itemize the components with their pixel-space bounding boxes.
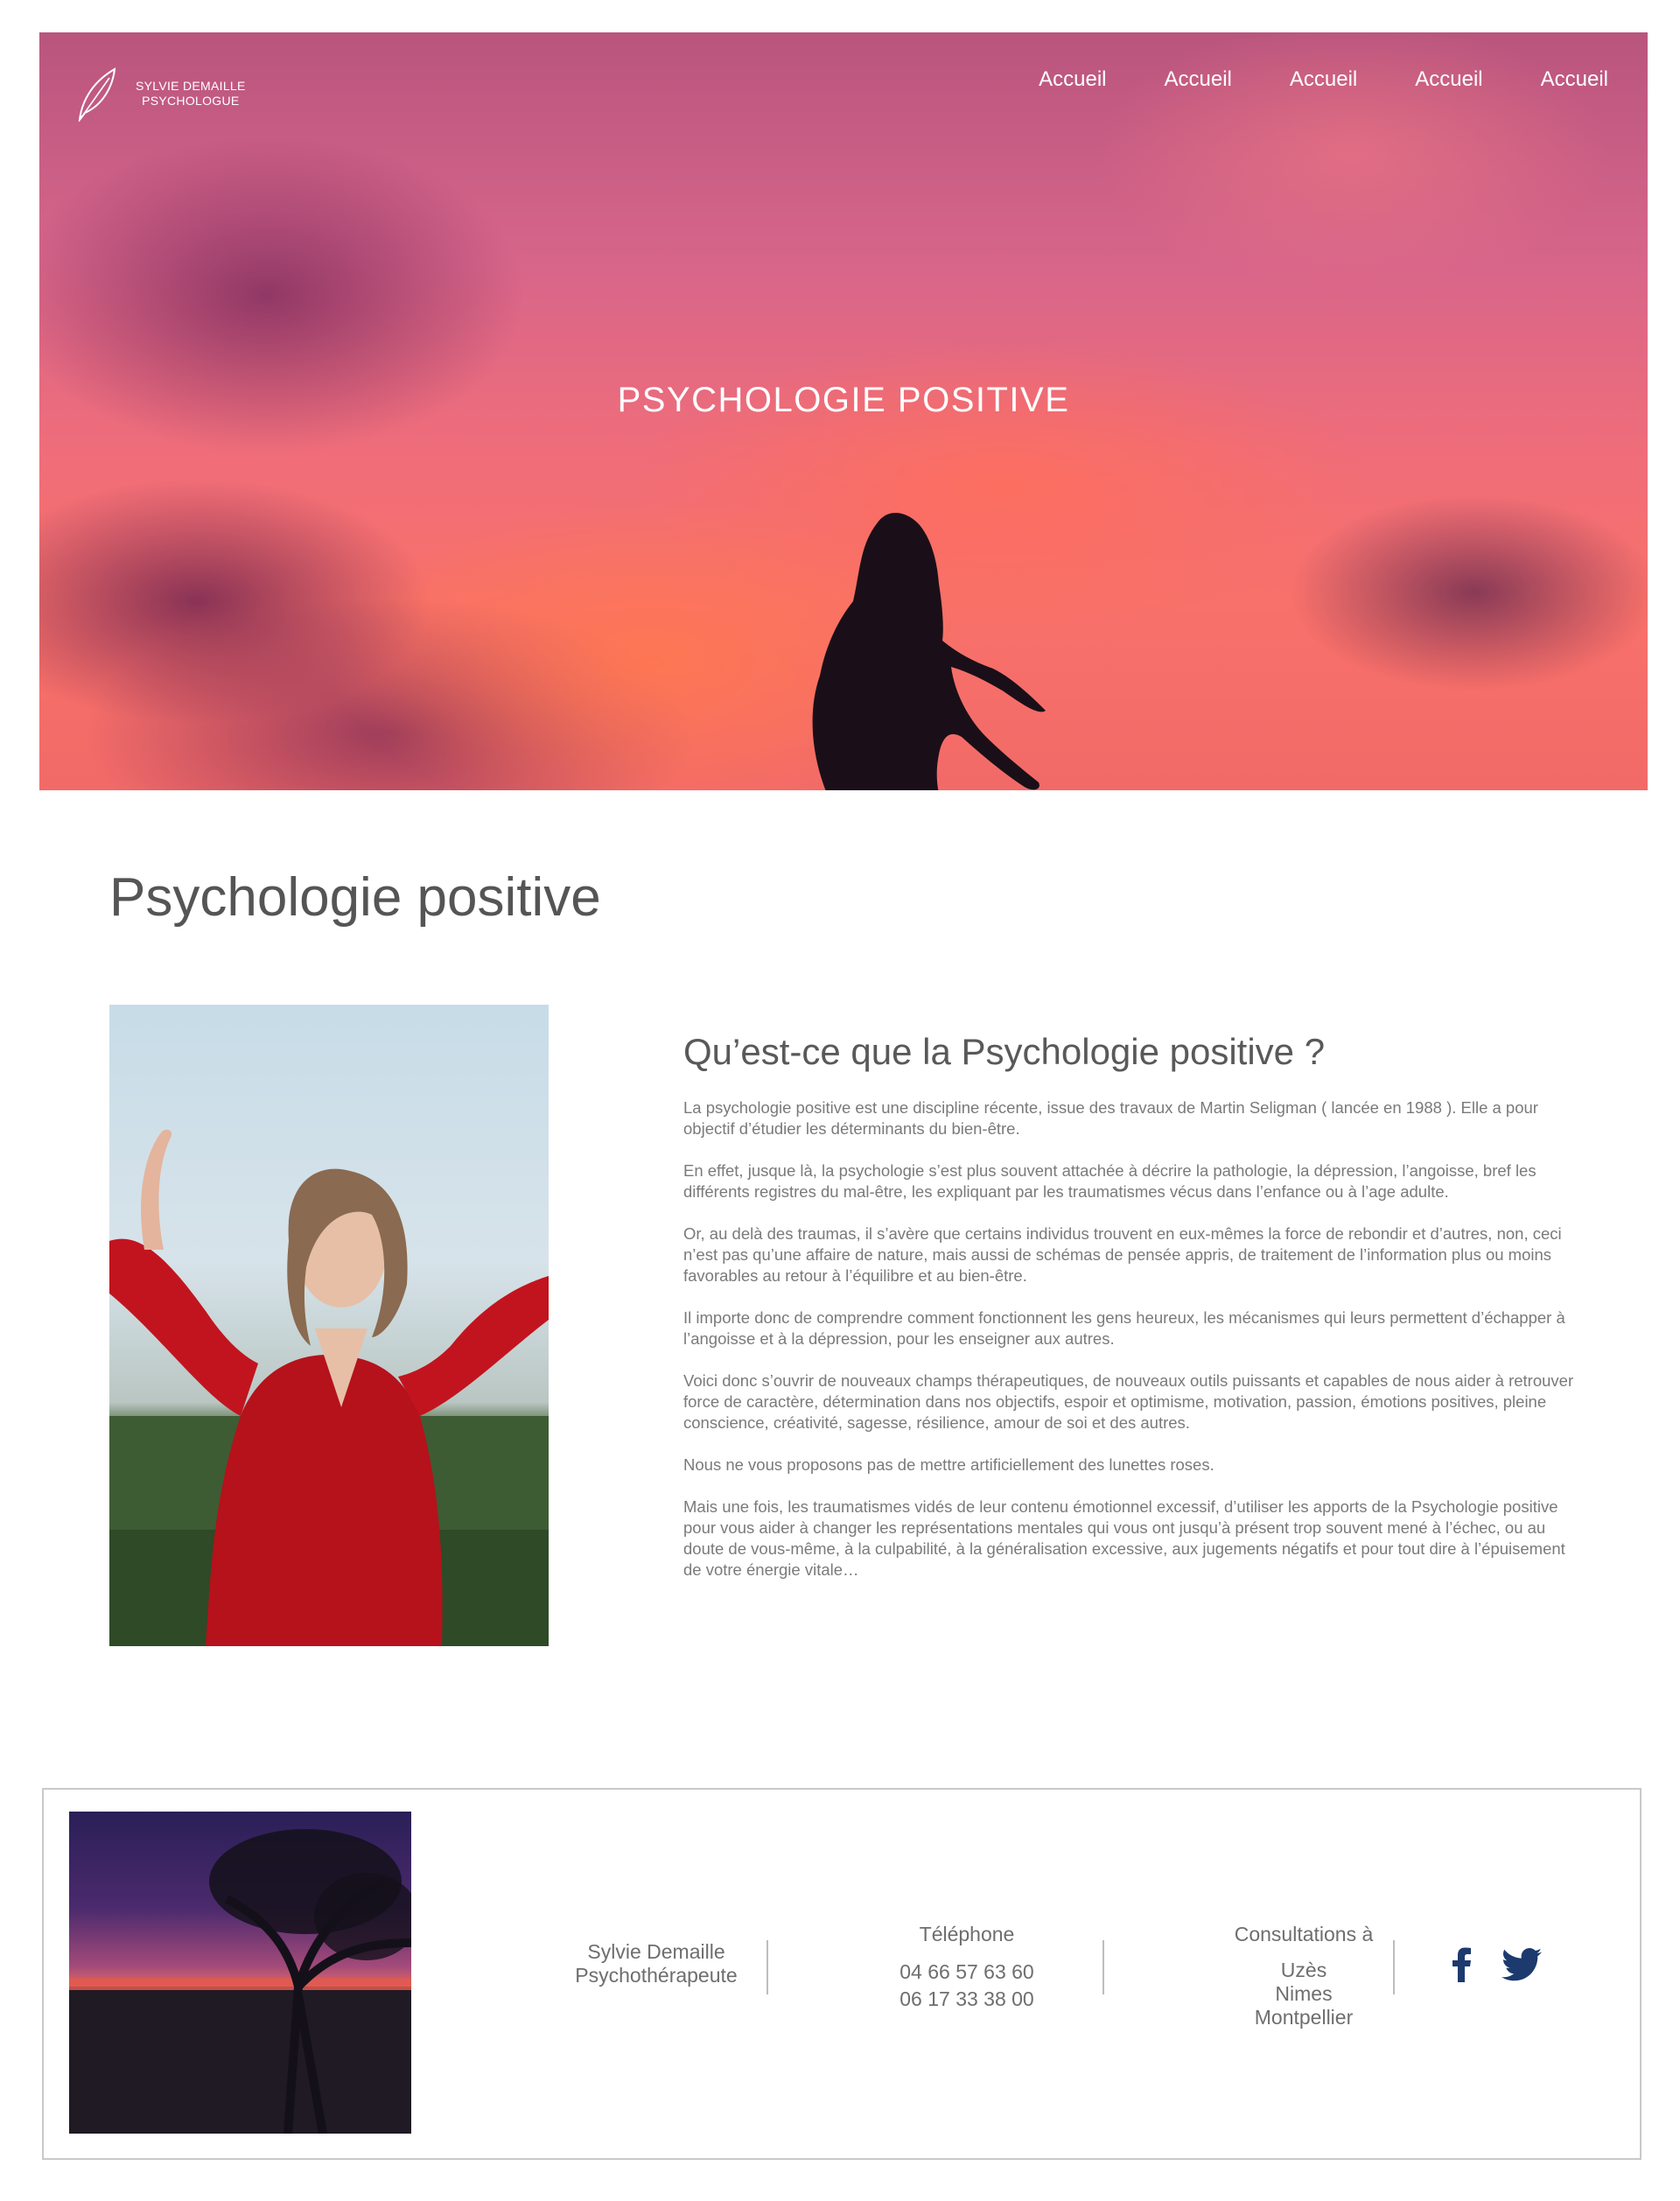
portrait-illustration bbox=[109, 1129, 549, 1646]
article-content: Qu’est-ce que la Psychologie positive ? … bbox=[683, 1031, 1585, 1602]
hero-banner: SYLVIE DEMAILLE PSYCHOLOGUE Accueil Accu… bbox=[39, 32, 1648, 790]
feather-icon bbox=[78, 67, 116, 122]
consultations-title: Consultations à bbox=[1234, 1923, 1374, 1945]
footer-consultations: Consultations à Uzès Nimes Montpellier bbox=[1172, 1923, 1435, 2029]
main-nav: Accueil Accueil Accueil Accueil Accueil bbox=[1039, 67, 1608, 92]
nav-item-accueil[interactable]: Accueil bbox=[1039, 67, 1106, 92]
city: Uzès bbox=[1280, 1959, 1327, 1981]
city: Nimes bbox=[1275, 1982, 1333, 2005]
woman-red-dress-photo bbox=[109, 1005, 549, 1646]
footer-divider bbox=[1393, 1940, 1395, 1994]
phone-title: Téléphone bbox=[919, 1923, 1015, 1945]
social-links bbox=[1452, 1947, 1542, 1987]
facebook-icon[interactable] bbox=[1452, 1947, 1472, 1987]
nav-item-accueil[interactable]: Accueil bbox=[1290, 67, 1357, 92]
logo-subtitle: PSYCHOLOGUE bbox=[142, 94, 240, 108]
woman-silhouette-image bbox=[812, 512, 1046, 790]
nav-item-accueil[interactable]: Accueil bbox=[1165, 67, 1232, 92]
footer-divider bbox=[1102, 1940, 1104, 1994]
nav-item-accueil[interactable]: Accueil bbox=[1541, 67, 1608, 92]
article-paragraph: Il importe donc de comprendre comment fo… bbox=[683, 1308, 1565, 1348]
nav-item-accueil[interactable]: Accueil bbox=[1415, 67, 1482, 92]
article-paragraph: Or, au delà des traumas, il s’avère que … bbox=[683, 1224, 1562, 1285]
article-heading: Qu’est-ce que la Psychologie positive ? bbox=[683, 1031, 1326, 1072]
logo-text: SYLVIE DEMAILLE PSYCHOLOGUE bbox=[136, 79, 246, 109]
hero-title: PSYCHOLOGIE POSITIVE bbox=[617, 381, 1070, 419]
logo-name: SYLVIE DEMAILLE bbox=[136, 79, 246, 93]
page-title: Psychologie positive bbox=[109, 867, 601, 928]
twitter-icon[interactable] bbox=[1502, 1948, 1542, 1986]
logo[interactable]: SYLVIE DEMAILLE PSYCHOLOGUE bbox=[74, 66, 246, 122]
article-paragraph: En effet, jusque là, la psychologie s’es… bbox=[683, 1161, 1536, 1201]
sunset-illustration bbox=[69, 1829, 411, 2134]
article-paragraph: Nous ne vous proposons pas de mettre art… bbox=[683, 1455, 1214, 1474]
phone-number[interactable]: 06 17 33 38 00 bbox=[831, 1986, 1102, 2013]
article-paragraph: Mais une fois, les traumatismes vidés de… bbox=[683, 1497, 1565, 1579]
footer: Sylvie Demaille Psychothérapeute Télépho… bbox=[42, 1788, 1642, 2160]
phone-number[interactable]: 04 66 57 63 60 bbox=[831, 1959, 1102, 1986]
footer-divider bbox=[766, 1940, 768, 1994]
article-paragraph: La psychologie positive est une discipli… bbox=[683, 1098, 1538, 1138]
city: Montpellier bbox=[1254, 2006, 1354, 2029]
footer-phone: Téléphone 04 66 57 63 60 06 17 33 38 00 bbox=[831, 1923, 1102, 2013]
sunset-tree-photo bbox=[69, 1812, 411, 2134]
article-paragraph: Voici donc s’ouvrir de nouveaux champs t… bbox=[683, 1371, 1574, 1432]
